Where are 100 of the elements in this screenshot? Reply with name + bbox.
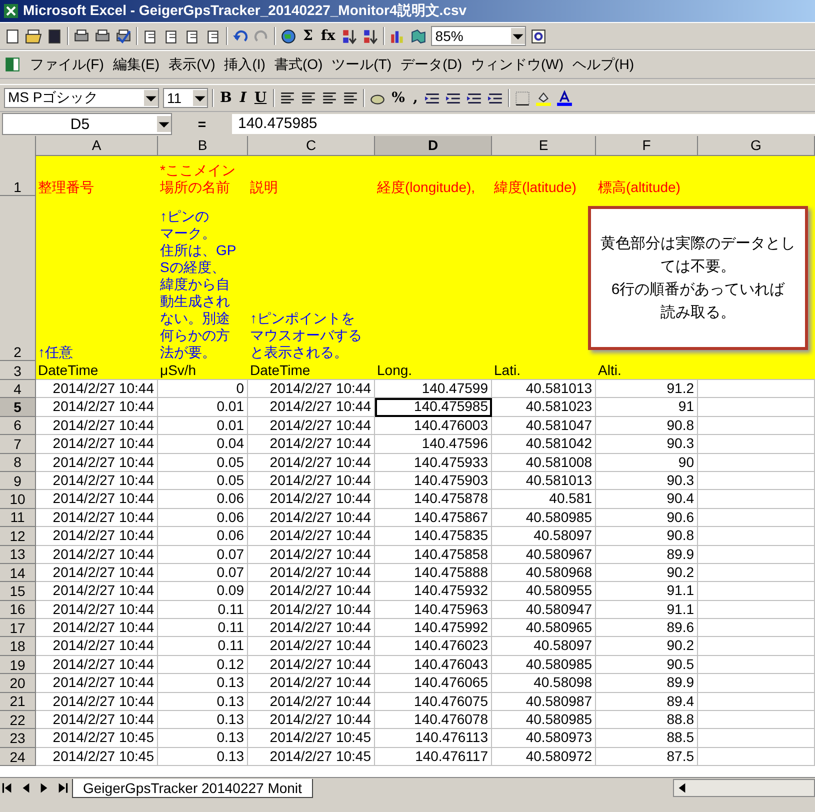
row-header[interactable]: 12 (0, 527, 36, 546)
fill-color-icon[interactable] (534, 90, 552, 106)
menu-item[interactable]: ツール(T) (332, 56, 392, 74)
table-cell: 89.9 (596, 674, 698, 693)
sort-descending-icon[interactable] (362, 28, 380, 44)
select-all-button[interactable] (0, 136, 36, 156)
table-cell: 2014/2/27 10:44 (36, 637, 158, 656)
align-left-icon[interactable] (278, 90, 296, 106)
row-header[interactable]: 9 (0, 472, 36, 490)
table-cell: 40.581047 (492, 416, 596, 436)
row-header[interactable]: 19 (0, 656, 36, 674)
excel-sheet-icon[interactable] (4, 56, 21, 73)
row-header[interactable]: 2 (0, 196, 36, 361)
column-header[interactable]: E (492, 136, 596, 156)
table-cell: μSv/h (158, 361, 248, 380)
table-cell: 40.58097 (492, 637, 596, 656)
column-header[interactable]: F (596, 136, 698, 156)
menu-item[interactable]: ヘルプ(H) (572, 56, 634, 74)
table-cell: 0.13 (158, 674, 248, 693)
row-header[interactable]: 6 (0, 416, 36, 436)
menu-item[interactable]: 挿入(I) (224, 56, 266, 74)
menu-item[interactable]: ウィンドウ(W) (471, 56, 564, 74)
table-cell: 2014/2/27 10:44 (36, 454, 158, 472)
horizontal-scrollbar[interactable] (673, 779, 815, 797)
formula-input[interactable]: 140.475985 (232, 114, 815, 134)
table-cell-text: ↑ピンポイントを マウスオーバする と表示される。 (249, 309, 363, 361)
borders-icon[interactable] (514, 90, 531, 106)
underline-button[interactable]: U (252, 90, 269, 106)
row-header[interactable]: 24 (0, 748, 36, 766)
table-cell-text: 経度(longitude), (376, 178, 476, 196)
align-center-icon[interactable] (300, 90, 317, 106)
table-cell: 0.05 (158, 454, 248, 472)
row-header[interactable]: 4 (0, 380, 36, 398)
column-header[interactable]: G (698, 136, 815, 156)
row-header[interactable]: 8 (0, 454, 36, 472)
table-cell: 2014/2/27 10:44 (248, 546, 375, 564)
row-header[interactable]: 7 (0, 435, 36, 454)
table-cell: 0.11 (158, 637, 248, 656)
table-cell: 140.475903 (375, 472, 492, 490)
sheet-tab[interactable]: GeigerGpsTracker 20140227 Monit (72, 778, 313, 798)
row-header[interactable]: 20 (0, 674, 36, 693)
row-header[interactable]: 17 (0, 619, 36, 638)
menu-item[interactable]: 表示(V) (168, 56, 216, 74)
table-cell: 89.4 (596, 692, 698, 712)
font-dropdown[interactable]: MS Pゴシック (4, 88, 159, 108)
row-header[interactable]: 16 (0, 600, 36, 620)
column-header[interactable]: B (158, 136, 248, 156)
zoom-dropdown[interactable]: 85% (431, 26, 526, 46)
row-header[interactable]: 15 (0, 582, 36, 601)
table-cell: 140.476078 (375, 711, 492, 730)
table-cell: 40.580972 (492, 748, 596, 766)
row-header[interactable]: 21 (0, 692, 36, 712)
row-header[interactable]: 18 (0, 637, 36, 656)
row-header[interactable]: 14 (0, 564, 36, 582)
table-cell-text: *ここメイン 場所の名前 (159, 161, 236, 196)
spelling-icon[interactable] (115, 28, 132, 44)
percent-button[interactable]: % (390, 90, 407, 106)
autosum-button[interactable]: Σ (301, 28, 315, 44)
menu-item[interactable]: 編集(E) (112, 56, 160, 74)
open-folder-icon[interactable] (25, 28, 42, 44)
map-icon[interactable] (410, 28, 428, 44)
italic-button[interactable]: I (238, 90, 248, 106)
function-button[interactable]: fx (318, 28, 338, 44)
new-file-icon[interactable] (4, 28, 21, 44)
bold-button[interactable]: B (218, 90, 234, 106)
undo-icon[interactable] (232, 28, 249, 44)
row-header[interactable]: 5 (0, 398, 36, 417)
menu-item[interactable]: ファイル(F) (30, 56, 104, 74)
column-header[interactable]: A (36, 136, 158, 156)
table-cell: 2014/2/27 10:44 (36, 692, 158, 712)
table-cell: 2014/2/27 10:44 (36, 564, 158, 582)
name-box[interactable]: D5 (2, 113, 172, 135)
row-header[interactable]: 10 (0, 490, 36, 509)
sort-ascending-icon[interactable] (341, 28, 358, 44)
table-cell: Lati. (492, 361, 596, 380)
row-header[interactable]: 3 (0, 361, 36, 380)
font-color-icon[interactable] (556, 90, 573, 106)
row-header[interactable]: 22 (0, 711, 36, 730)
table-cell: 2014/2/27 10:44 (36, 711, 158, 730)
menu-item[interactable]: 書式(O) (274, 56, 323, 74)
row-header[interactable]: 23 (0, 729, 36, 748)
table-cell: 2014/2/27 10:44 (36, 435, 158, 454)
row-header[interactable]: 1 (0, 155, 36, 196)
row-header[interactable]: 13 (0, 546, 36, 564)
menu-item[interactable]: データ(D) (400, 56, 462, 74)
globe-icon[interactable] (280, 28, 297, 44)
row-header[interactable]: 11 (0, 508, 36, 528)
table-cell: 2014/2/27 10:44 (36, 527, 158, 546)
align-right-icon[interactable] (320, 90, 338, 106)
column-header[interactable]: D (375, 136, 492, 156)
font-size-dropdown[interactable]: 11 (163, 88, 208, 108)
table-cell: 140.475878 (375, 490, 492, 509)
table-cell: 140.476117 (375, 748, 492, 766)
table-cell: 90 (596, 454, 698, 472)
column-header[interactable]: C (248, 136, 375, 156)
print-icon[interactable] (73, 28, 90, 44)
comma-button[interactable]: , (410, 90, 420, 106)
table-cell: 40.58097 (492, 527, 596, 546)
table-cell: 140.475867 (375, 508, 492, 528)
table-cell: 89.9 (596, 546, 698, 564)
